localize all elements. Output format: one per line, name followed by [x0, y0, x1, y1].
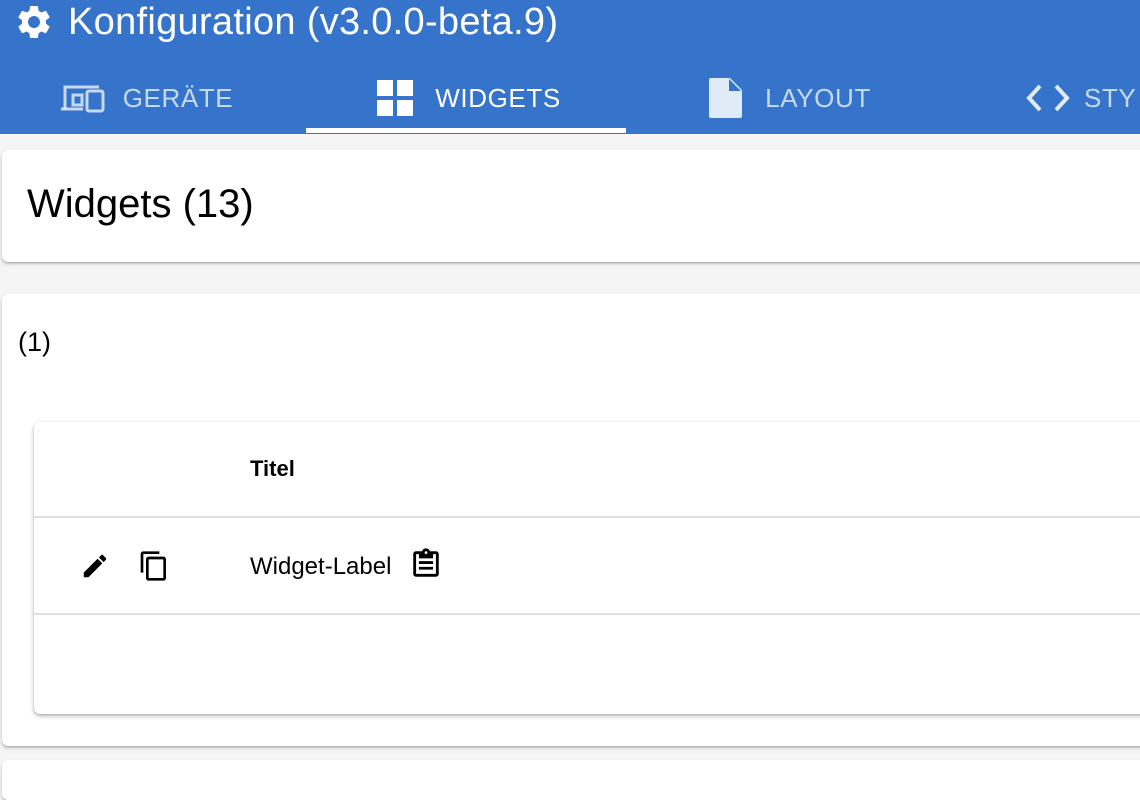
edit-icon: [83, 554, 107, 578]
tab-styles[interactable]: STY: [946, 62, 1140, 134]
copy-button[interactable]: [134, 546, 174, 586]
app-title: Konfiguration (v3.0.0-beta.9): [68, 0, 559, 43]
tab-layout[interactable]: LAYOUT: [626, 62, 946, 134]
gear-icon[interactable]: [14, 2, 54, 42]
edit-button[interactable]: [75, 546, 115, 586]
tab-widgets[interactable]: WIDGETS: [306, 62, 626, 134]
tab-geraete[interactable]: GERÄTE: [0, 62, 306, 134]
copy-label-button[interactable]: [406, 544, 446, 584]
code-icon: [1026, 78, 1070, 118]
tab-widgets-label: WIDGETS: [435, 82, 561, 113]
tab-styles-label: STY: [1084, 82, 1137, 113]
header-divider: [34, 516, 1140, 518]
app-bar: Konfiguration (v3.0.0-beta.9) GERÄTE WID…: [0, 0, 1140, 134]
tab-layout-label: LAYOUT: [765, 82, 871, 113]
active-tab-indicator: [306, 128, 626, 133]
page-title: Widgets (13): [27, 182, 254, 226]
clipboard-icon: [413, 548, 439, 577]
group-label: (1): [18, 327, 51, 357]
title-row: Konfiguration (v3.0.0-beta.9): [14, 0, 558, 44]
column-header-title: Titel: [250, 456, 295, 481]
tab-bar: GERÄTE WIDGETS LAYOUT STY: [0, 62, 1140, 134]
row-divider: [34, 613, 1140, 615]
widget-title-text: Widget-Label: [250, 553, 392, 580]
widget-title-cell: Widget-Label: [250, 553, 391, 581]
tab-geraete-label: GERÄTE: [122, 82, 234, 113]
copy-icon: [140, 551, 166, 581]
document-icon: [701, 78, 749, 118]
next-group-card: [2, 760, 1140, 800]
widgets-grid-icon: [371, 78, 419, 118]
widgets-table: [34, 422, 1140, 714]
devices-icon: [59, 78, 107, 118]
